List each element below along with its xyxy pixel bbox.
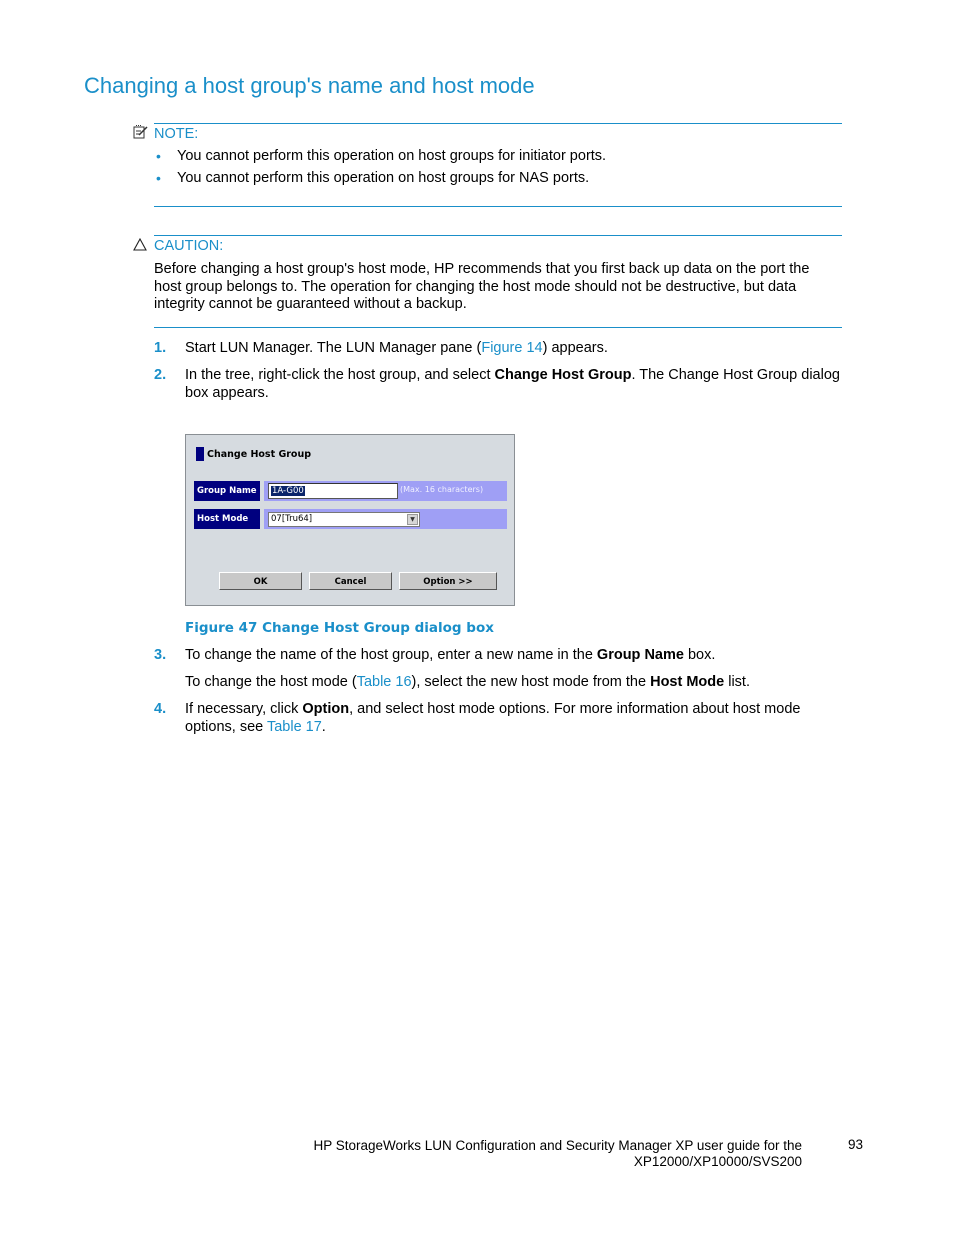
step-number: 3.: [154, 647, 167, 663]
caution-label: CAUTION:: [154, 238, 224, 254]
step-1-text: Start LUN Manager. The LUN Manager pane …: [185, 340, 845, 358]
caution-top-rule: [154, 235, 842, 236]
note-pencil-icon: [133, 125, 149, 139]
caution-text: Before changing a host group's host mode…: [154, 261, 810, 312]
group-name-hint: (Max. 16 characters): [400, 485, 484, 494]
step-text-part: To change the name of the host group, en…: [185, 647, 597, 663]
footer-title: HP StorageWorks LUN Configuration and Se…: [313, 1138, 802, 1170]
host-mode-select[interactable]: 07[Tru64] ▼: [268, 512, 420, 527]
footer-line-1: HP StorageWorks LUN Configuration and Se…: [313, 1138, 802, 1153]
note-item: You cannot perform this operation on hos…: [177, 148, 607, 164]
chevron-down-icon[interactable]: ▼: [407, 514, 418, 525]
note-bottom-rule: [154, 206, 842, 207]
change-host-group-dialog: Change Host Group Group Name 1A-G00 (Max…: [185, 434, 515, 606]
footer-line-2: XP12000/XP10000/SVS200: [633, 1154, 802, 1169]
ui-term: Host Mode: [650, 674, 725, 690]
warning-triangle-icon: [133, 237, 147, 251]
ui-term: Group Name: [596, 647, 684, 663]
option-button[interactable]: Option >>: [399, 572, 497, 590]
ui-term: Change Host Group: [494, 367, 632, 383]
step-text-part: ) appears.: [542, 340, 608, 356]
dialog-title-text: Change Host Group: [207, 448, 312, 460]
figure-caption: Figure 47 Change Host Group dialog box: [185, 620, 494, 636]
step-2-text: In the tree, right-click the host group,…: [185, 367, 845, 402]
ui-term: Option: [302, 701, 350, 717]
step-3-subtext: To change the host mode (Table 16), sele…: [185, 674, 845, 692]
title-marker-icon: [196, 447, 204, 461]
step-text-part: In the tree, right-click the host group,…: [185, 367, 495, 383]
step-text-part: Start LUN Manager. The LUN Manager pane …: [185, 340, 482, 356]
note-label: NOTE:: [154, 126, 199, 142]
table-16-link[interactable]: Table 16: [357, 674, 412, 690]
note-item: You cannot perform this operation on hos…: [177, 170, 590, 186]
host-mode-value: 07[Tru64]: [271, 514, 313, 524]
table-17-link[interactable]: Table 17: [267, 719, 322, 735]
step-number: 4.: [154, 701, 167, 717]
step-text-part: box.: [683, 647, 716, 663]
step-text-part: If necessary, click: [185, 701, 303, 717]
step-number: 2.: [154, 367, 167, 383]
host-mode-row: 07[Tru64] ▼: [264, 509, 507, 529]
figure-14-link[interactable]: Figure 14: [481, 340, 542, 356]
step-text-part: To change the host mode (: [185, 674, 357, 690]
step-text-part: list.: [724, 674, 750, 690]
caution-bottom-rule: [154, 327, 842, 328]
step-number: 1.: [154, 340, 167, 356]
page-title: Changing a host group's name and host mo…: [84, 73, 535, 98]
note-top-rule: [154, 123, 842, 124]
step-text-part: .: [321, 718, 326, 735]
step-4-text: If necessary, click Option, and select h…: [185, 701, 845, 736]
step-3-text: To change the name of the host group, en…: [185, 647, 845, 665]
host-mode-label: Host Mode: [194, 509, 260, 529]
bullet-icon: •: [156, 170, 161, 186]
page-number: 93: [848, 1137, 864, 1152]
cancel-button[interactable]: Cancel: [309, 572, 392, 590]
dialog-title: Change Host Group: [196, 447, 311, 461]
group-name-input[interactable]: 1A-G00: [268, 483, 398, 499]
group-name-label: Group Name: [194, 481, 260, 501]
group-name-value: 1A-G00: [271, 486, 305, 496]
ok-button[interactable]: OK: [219, 572, 302, 590]
group-name-row: 1A-G00 (Max. 16 characters): [264, 481, 507, 501]
bullet-icon: •: [156, 148, 161, 164]
step-text-part: ), select the new host mode from the: [411, 674, 651, 690]
